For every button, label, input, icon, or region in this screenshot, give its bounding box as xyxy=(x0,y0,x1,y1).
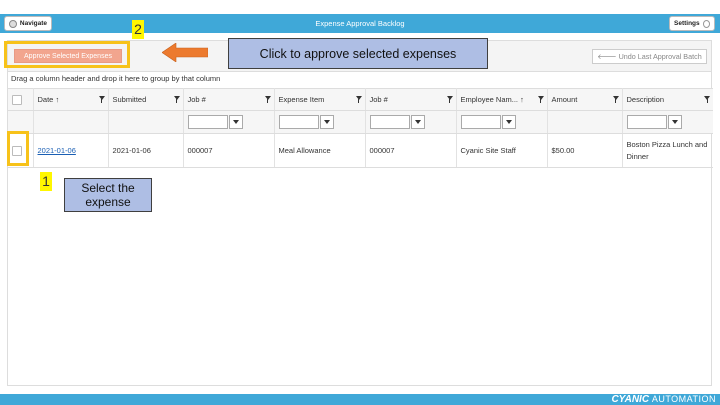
app-title: Expense Approval Backlog xyxy=(315,19,405,28)
expense-item-filter-input[interactable] xyxy=(278,115,319,129)
filter-icon[interactable] xyxy=(173,96,180,103)
expense-grid-panel: Approve Selected Expenses 🡐 Undo Last Ap… xyxy=(7,40,713,386)
step2-highlight xyxy=(4,41,130,68)
cell-employee: Cyanic Site Staff xyxy=(456,133,548,168)
brand-logo: CYANIC AUTOMATION xyxy=(611,394,716,405)
col-header-amount[interactable]: Amount xyxy=(547,88,623,111)
col-header-job-2[interactable]: Job # xyxy=(365,88,457,111)
filter-button[interactable] xyxy=(319,115,334,129)
step2-number: 2 xyxy=(132,20,144,39)
filter-button[interactable] xyxy=(501,115,516,129)
filter-icon[interactable] xyxy=(98,96,105,103)
select-all-checkbox[interactable] xyxy=(12,94,22,105)
filter-row xyxy=(8,110,713,134)
gear-icon xyxy=(702,19,710,28)
filter-icon[interactable] xyxy=(612,96,619,103)
col-header-expense-item[interactable]: Expense Item xyxy=(274,88,366,111)
cell-job: 000007 xyxy=(183,133,275,168)
left-arrow-icon xyxy=(162,43,208,62)
filter-button[interactable] xyxy=(667,115,682,129)
settings-button[interactable]: Settings xyxy=(669,16,715,31)
col-header-description[interactable]: Description xyxy=(622,88,713,111)
step1-number: 1 xyxy=(40,172,52,191)
filter-icon[interactable] xyxy=(355,96,362,103)
step1-callout: Select the expense xyxy=(64,178,152,212)
expense-table: Date ↑ Submitted Job # Expense Item Job … xyxy=(8,88,713,168)
undo-approval-button[interactable]: 🡐 Undo Last Approval Batch xyxy=(592,49,707,64)
step1-highlight xyxy=(7,131,29,166)
footer-bar: CYANIC AUTOMATION xyxy=(0,394,720,405)
expense-date-link[interactable]: 2021-01-06 xyxy=(38,146,76,155)
settings-label: Settings xyxy=(674,20,700,27)
header-row: Date ↑ Submitted Job # Expense Item Job … xyxy=(8,88,713,111)
undo-label: Undo Last Approval Batch xyxy=(618,52,702,61)
col-header-job[interactable]: Job # xyxy=(183,88,275,111)
step2-callout: Click to approve selected expenses xyxy=(228,38,488,69)
job-2-filter-input[interactable] xyxy=(369,115,410,129)
filter-icon[interactable] xyxy=(537,96,544,103)
sort-asc-icon: ↑ xyxy=(520,95,524,104)
top-bar: Navigate Expense Approval Backlog Settin… xyxy=(0,0,720,34)
filter-icon[interactable] xyxy=(446,96,453,103)
col-header-employee[interactable]: Employee Nam... ↑ xyxy=(456,88,548,111)
sort-asc-icon: ↑ xyxy=(55,95,60,104)
select-all-cell xyxy=(8,88,34,111)
filter-button[interactable] xyxy=(228,115,243,129)
filter-icon[interactable] xyxy=(704,96,710,103)
col-header-submitted[interactable]: Submitted xyxy=(108,88,184,111)
cell-expense-item: Meal Allowance xyxy=(274,133,366,168)
cell-amount: $50.00 xyxy=(547,133,623,168)
undo-arrow-icon: 🡐 xyxy=(597,52,617,61)
job-filter-input[interactable] xyxy=(187,115,228,129)
group-by-hint: Drag a column header and drop it here to… xyxy=(11,74,221,83)
col-header-date[interactable]: Date ↑ xyxy=(33,88,109,111)
cell-job-2: 000007 xyxy=(365,133,457,168)
filter-button[interactable] xyxy=(410,115,425,129)
description-filter-input[interactable] xyxy=(626,115,667,129)
cell-submitted: 2021-01-06 xyxy=(108,133,184,168)
employee-filter-input[interactable] xyxy=(460,115,501,129)
filter-icon[interactable] xyxy=(264,96,271,103)
table-row[interactable]: 2021-01-06 2021-01-06 000007 Meal Allowa… xyxy=(8,133,713,168)
cell-description: Boston Pizza Lunch and Dinner xyxy=(622,133,713,168)
